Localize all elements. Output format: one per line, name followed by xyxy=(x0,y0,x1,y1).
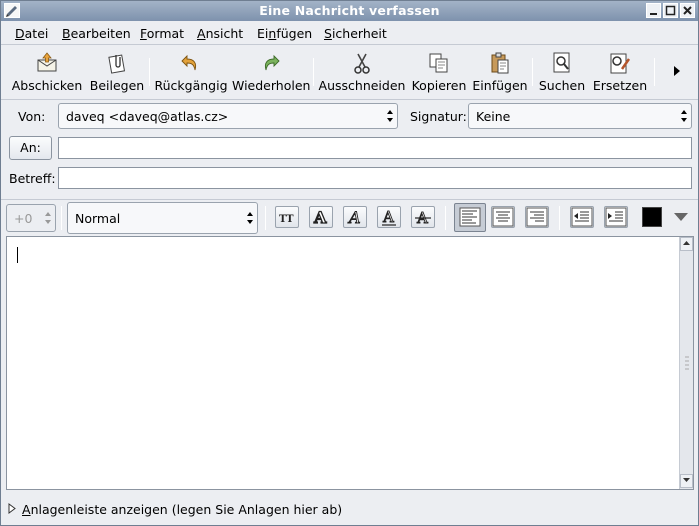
font-size-spinner[interactable]: +0 xyxy=(6,204,56,232)
format-toolbar: +0 Normal TT A A A A xyxy=(1,199,698,235)
italic-icon: A xyxy=(347,208,361,228)
paragraph-style-value: Normal xyxy=(75,211,121,226)
toolbar-separator xyxy=(61,206,62,230)
menu-datei[interactable]: Datei xyxy=(15,26,48,41)
attach-button[interactable]: Beilegen xyxy=(88,49,146,97)
spinner-arrows-icon xyxy=(45,212,51,224)
find-button[interactable]: Suchen xyxy=(537,49,587,97)
from-select-value: daveq <daveq@atlas.cz> xyxy=(66,109,229,124)
copy-button[interactable]: Kopieren xyxy=(410,49,468,97)
attach-icon xyxy=(108,54,126,74)
to-input[interactable] xyxy=(58,137,692,159)
paragraph-style-select[interactable]: Normal xyxy=(67,202,258,234)
toolbar-overflow-icon[interactable] xyxy=(673,66,681,79)
font-size-value: +0 xyxy=(14,211,33,226)
redo-icon xyxy=(264,54,280,71)
attachments-bar[interactable]: Anlagenleiste anzeigen (legen Sie Anlage… xyxy=(1,496,698,524)
scrollbar-grip-icon xyxy=(685,356,689,370)
select-arrows-icon xyxy=(387,110,393,122)
close-button[interactable] xyxy=(680,3,695,18)
menu-sicherheit[interactable]: Sicherheit xyxy=(324,26,387,41)
toolbar-separator xyxy=(532,58,533,86)
message-body-editor[interactable] xyxy=(6,236,694,490)
align-right-button[interactable] xyxy=(525,206,549,228)
maximize-button[interactable] xyxy=(663,3,678,18)
menu-bar: Datei Bearbeiten Format Ansicht Einfügen… xyxy=(1,21,698,45)
text-color-swatch[interactable] xyxy=(642,207,662,227)
scroll-down-arrow-icon[interactable] xyxy=(680,474,693,488)
align-center-icon xyxy=(492,207,514,227)
toolbar-separator xyxy=(559,206,560,230)
indent-button[interactable] xyxy=(604,206,628,228)
toolbar-separator xyxy=(265,206,266,230)
align-left-button[interactable] xyxy=(454,203,486,232)
outdent-icon xyxy=(571,207,593,227)
send-icon xyxy=(37,52,57,72)
select-arrows-icon xyxy=(681,110,687,122)
toolbar-separator xyxy=(313,58,314,86)
subject-label: Betreff: xyxy=(9,171,56,186)
menu-ansicht[interactable]: Ansicht xyxy=(197,26,243,41)
find-icon xyxy=(553,52,570,73)
undo-icon xyxy=(181,54,197,71)
window-title: Eine Nachricht verfassen xyxy=(259,3,440,18)
redo-button[interactable]: Wiederholen xyxy=(232,49,310,97)
strikethrough-icon: A xyxy=(415,209,431,227)
replace-button[interactable]: Ersetzen xyxy=(590,49,650,97)
to-button[interactable]: An: xyxy=(9,136,52,160)
chevron-down-icon[interactable] xyxy=(674,213,688,222)
title-bar: Eine Nachricht verfassen xyxy=(1,1,698,21)
svg-text:TT: TT xyxy=(279,214,294,225)
font-size-icon: TT xyxy=(279,214,294,225)
indent-icon xyxy=(605,207,627,227)
vertical-scrollbar[interactable] xyxy=(679,237,693,489)
from-label: Von: xyxy=(18,109,46,124)
menu-format[interactable]: Format xyxy=(140,26,184,41)
expand-triangle-icon xyxy=(8,503,16,514)
align-left-icon xyxy=(459,207,481,227)
main-toolbar: Abschicken Beilegen Rückgängig Wiederhol… xyxy=(1,46,698,100)
from-select[interactable]: daveq <daveq@atlas.cz> xyxy=(58,103,398,129)
svg-text:A: A xyxy=(313,208,327,227)
toolbar-separator xyxy=(654,58,655,86)
subject-input[interactable] xyxy=(58,167,692,189)
cut-icon xyxy=(354,53,370,74)
align-center-button[interactable] xyxy=(491,206,515,228)
italic-button[interactable]: A xyxy=(343,206,367,228)
paste-icon xyxy=(491,52,509,74)
scroll-up-arrow-icon[interactable] xyxy=(680,237,693,251)
outdent-button[interactable] xyxy=(570,206,594,228)
underline-icon: A xyxy=(382,208,396,226)
strikethrough-button[interactable]: A xyxy=(411,206,435,228)
menu-einfuegen[interactable]: Einfügen xyxy=(257,26,312,41)
cut-button[interactable]: Ausschneiden xyxy=(318,49,406,97)
signature-label: Signatur: xyxy=(410,109,467,124)
minimize-button[interactable] xyxy=(646,3,661,18)
select-arrows-icon xyxy=(247,212,253,224)
svg-text:A: A xyxy=(347,208,361,227)
underline-button[interactable]: A xyxy=(377,206,401,228)
svg-text:A: A xyxy=(382,208,394,226)
menu-bearbeiten[interactable]: Bearbeiten xyxy=(62,26,131,41)
text-color-fill xyxy=(643,208,661,226)
compose-window: Eine Nachricht verfassen Datei Bearbeite… xyxy=(0,0,699,526)
toolbar-separator xyxy=(149,58,150,86)
align-right-icon xyxy=(526,207,548,227)
bold-icon: A xyxy=(312,207,327,227)
text-caret xyxy=(17,247,18,263)
replace-icon xyxy=(610,53,631,74)
toolbar-separator xyxy=(445,206,446,230)
paste-button[interactable]: Einfügen xyxy=(471,49,529,97)
bold-button[interactable]: A xyxy=(309,206,333,228)
send-button[interactable]: Abschicken xyxy=(9,49,85,97)
attachments-label: Anlagenleiste anzeigen (legen Sie Anlage… xyxy=(22,502,343,517)
copy-icon xyxy=(429,53,448,73)
undo-button[interactable]: Rückgängig xyxy=(154,49,228,97)
signature-select[interactable]: Keine xyxy=(468,103,692,129)
signature-select-value: Keine xyxy=(476,109,511,124)
smaller-font-button[interactable]: TT xyxy=(275,206,299,228)
